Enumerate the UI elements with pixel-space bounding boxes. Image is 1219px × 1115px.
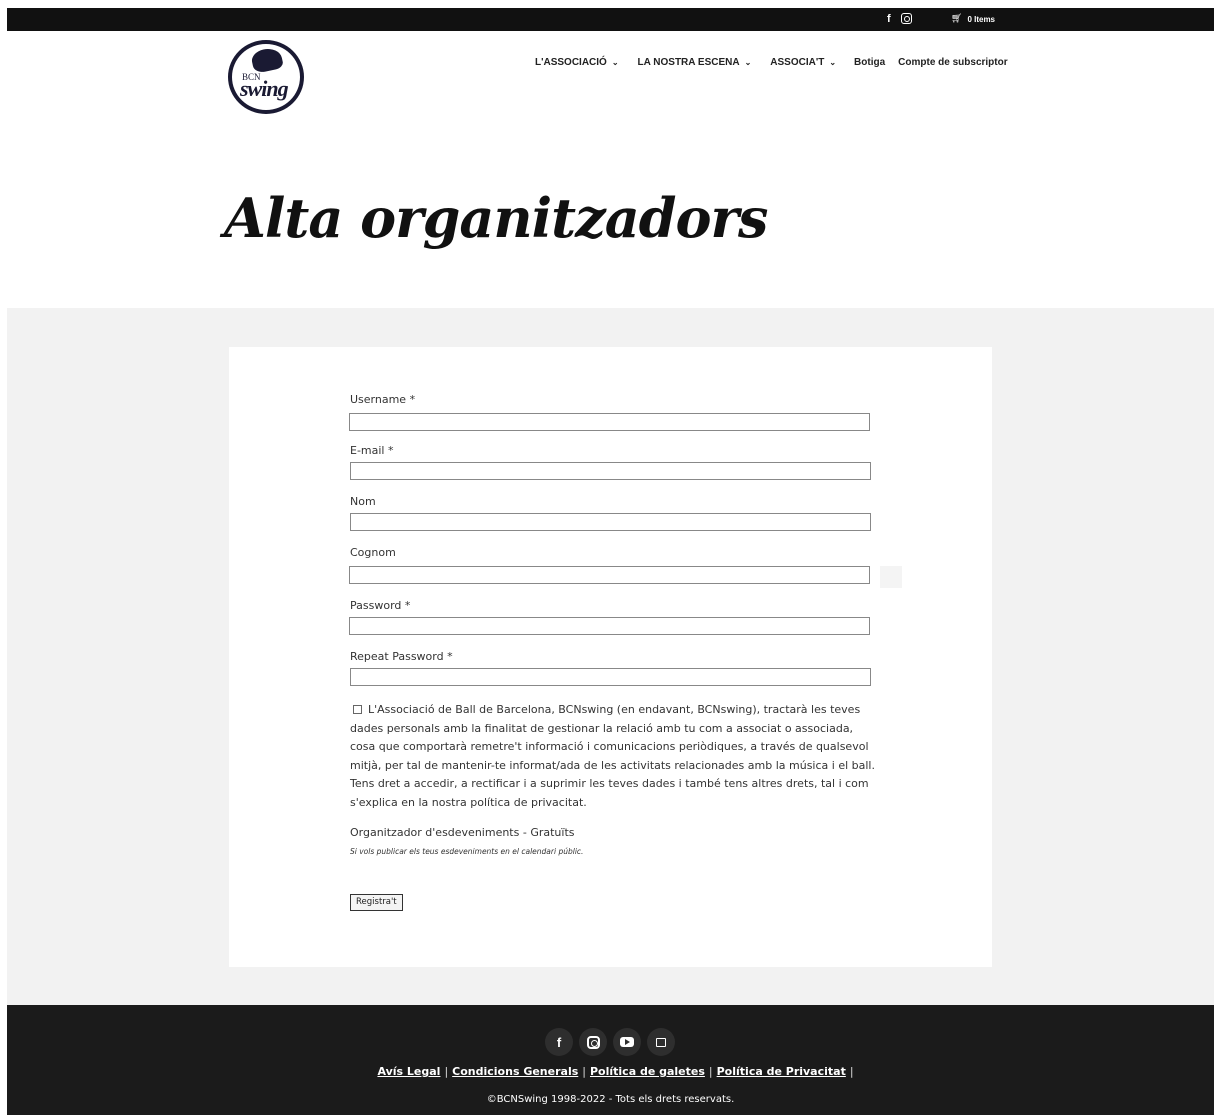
instagram-icon[interactable] xyxy=(579,1028,607,1056)
nav-item-botiga[interactable]: Botiga xyxy=(854,57,885,68)
nom-label: Nom xyxy=(350,495,376,508)
footer-link-politica-privacitat[interactable]: Política de Privacitat xyxy=(717,1065,846,1078)
nav-item-associat[interactable]: ASSOCIA'T ⌄ xyxy=(770,57,836,68)
cognom-label: Cognom xyxy=(350,546,396,559)
top-bar: f 🛒︎ 0 Items xyxy=(7,8,1214,31)
cart-link[interactable]: 🛒︎ 0 Items xyxy=(951,13,995,25)
main-nav: L'ASSOCIACIÓ ⌄ LA NOSTRA ESCENA ⌄ ASSOCI… xyxy=(535,57,1008,68)
consent-text: L'Associació de Ball de Barcelona, BCNsw… xyxy=(350,703,875,809)
footer-link-condicions-generals[interactable]: Condicions Generals xyxy=(452,1065,578,1078)
youtube-glyph xyxy=(620,1037,634,1047)
site-logo[interactable]: BCN swing xyxy=(228,40,304,114)
logo-text-swing: swing xyxy=(240,76,289,101)
nav-item-label: Botiga xyxy=(854,57,886,68)
nav-item-label: LA NOSTRA ESCENA xyxy=(637,57,740,68)
username-input[interactable] xyxy=(349,413,870,431)
topbar-social: f xyxy=(887,12,912,26)
password-label: Password * xyxy=(350,599,411,612)
square-glyph xyxy=(656,1037,666,1047)
nav-item-associacio[interactable]: L'ASSOCIACIÓ ⌄ xyxy=(535,57,619,68)
consent-checkbox[interactable] xyxy=(353,705,362,714)
email-label: E-mail * xyxy=(350,444,394,457)
footer-links: Avís Legal | Condicions Generals | Polít… xyxy=(377,1065,853,1078)
dancer-silhouette xyxy=(250,46,284,74)
instagram-icon[interactable] xyxy=(900,13,912,24)
email-input[interactable] xyxy=(350,462,871,480)
chevron-down-icon: ⌄ xyxy=(611,58,619,67)
username-label: Username * xyxy=(350,393,416,406)
copyright: ©BCNSwing 1998-2022 - Tots els drets res… xyxy=(486,1094,735,1105)
site-footer: f Avís Legal | Condicions Generals | Pol… xyxy=(7,1005,1214,1115)
facebook-icon[interactable]: f xyxy=(545,1028,573,1056)
cart-icon: 🛒︎ xyxy=(951,14,963,24)
square-icon[interactable] xyxy=(647,1028,675,1056)
nav-item-label: L'ASSOCIACIÓ xyxy=(535,57,607,68)
registration-card xyxy=(229,347,992,967)
role-title: Organitzador d'esdeveniments - Gratuïts xyxy=(350,826,575,839)
password-input[interactable] xyxy=(349,617,870,635)
role-description: Si vols publicar els teus esdeveniments … xyxy=(350,847,584,856)
instagram-glyph xyxy=(586,1035,600,1049)
footer-link-politica-galetes[interactable]: Política de galetes xyxy=(590,1065,705,1078)
separator: | xyxy=(708,1065,713,1078)
privacy-consent: L'Associació de Ball de Barcelona, BCNsw… xyxy=(350,701,875,812)
separator: | xyxy=(444,1065,449,1078)
separator: | xyxy=(582,1065,586,1078)
footer-social: f xyxy=(545,1028,675,1056)
facebook-icon[interactable]: f xyxy=(887,12,891,26)
register-button[interactable]: Registra't xyxy=(350,894,403,911)
nav-item-label: Compte de subscriptor xyxy=(898,57,1008,68)
nav-item-compte-subscriptor[interactable]: Compte de subscriptor xyxy=(898,57,1007,68)
nav-item-la-nostra-escena[interactable]: LA NOSTRA ESCENA ⌄ xyxy=(638,57,752,68)
cognom-input[interactable] xyxy=(349,566,870,584)
chevron-down-icon: ⌄ xyxy=(744,58,752,67)
decorative-square xyxy=(880,566,902,588)
repeat-password-label: Repeat Password * xyxy=(350,650,453,663)
nom-input[interactable] xyxy=(350,513,871,531)
footer-link-avis-legal[interactable]: Avís Legal xyxy=(377,1065,440,1078)
chevron-down-icon: ⌄ xyxy=(829,58,837,67)
nav-item-label: ASSOCIA'T xyxy=(770,57,825,68)
youtube-icon[interactable] xyxy=(613,1028,641,1056)
cart-count: 0 Items xyxy=(967,14,996,24)
facebook-glyph: f xyxy=(556,1034,562,1050)
page-title: Alta organitzadors xyxy=(224,186,768,250)
separator: | xyxy=(849,1065,854,1078)
repeat-password-input[interactable] xyxy=(350,668,871,686)
